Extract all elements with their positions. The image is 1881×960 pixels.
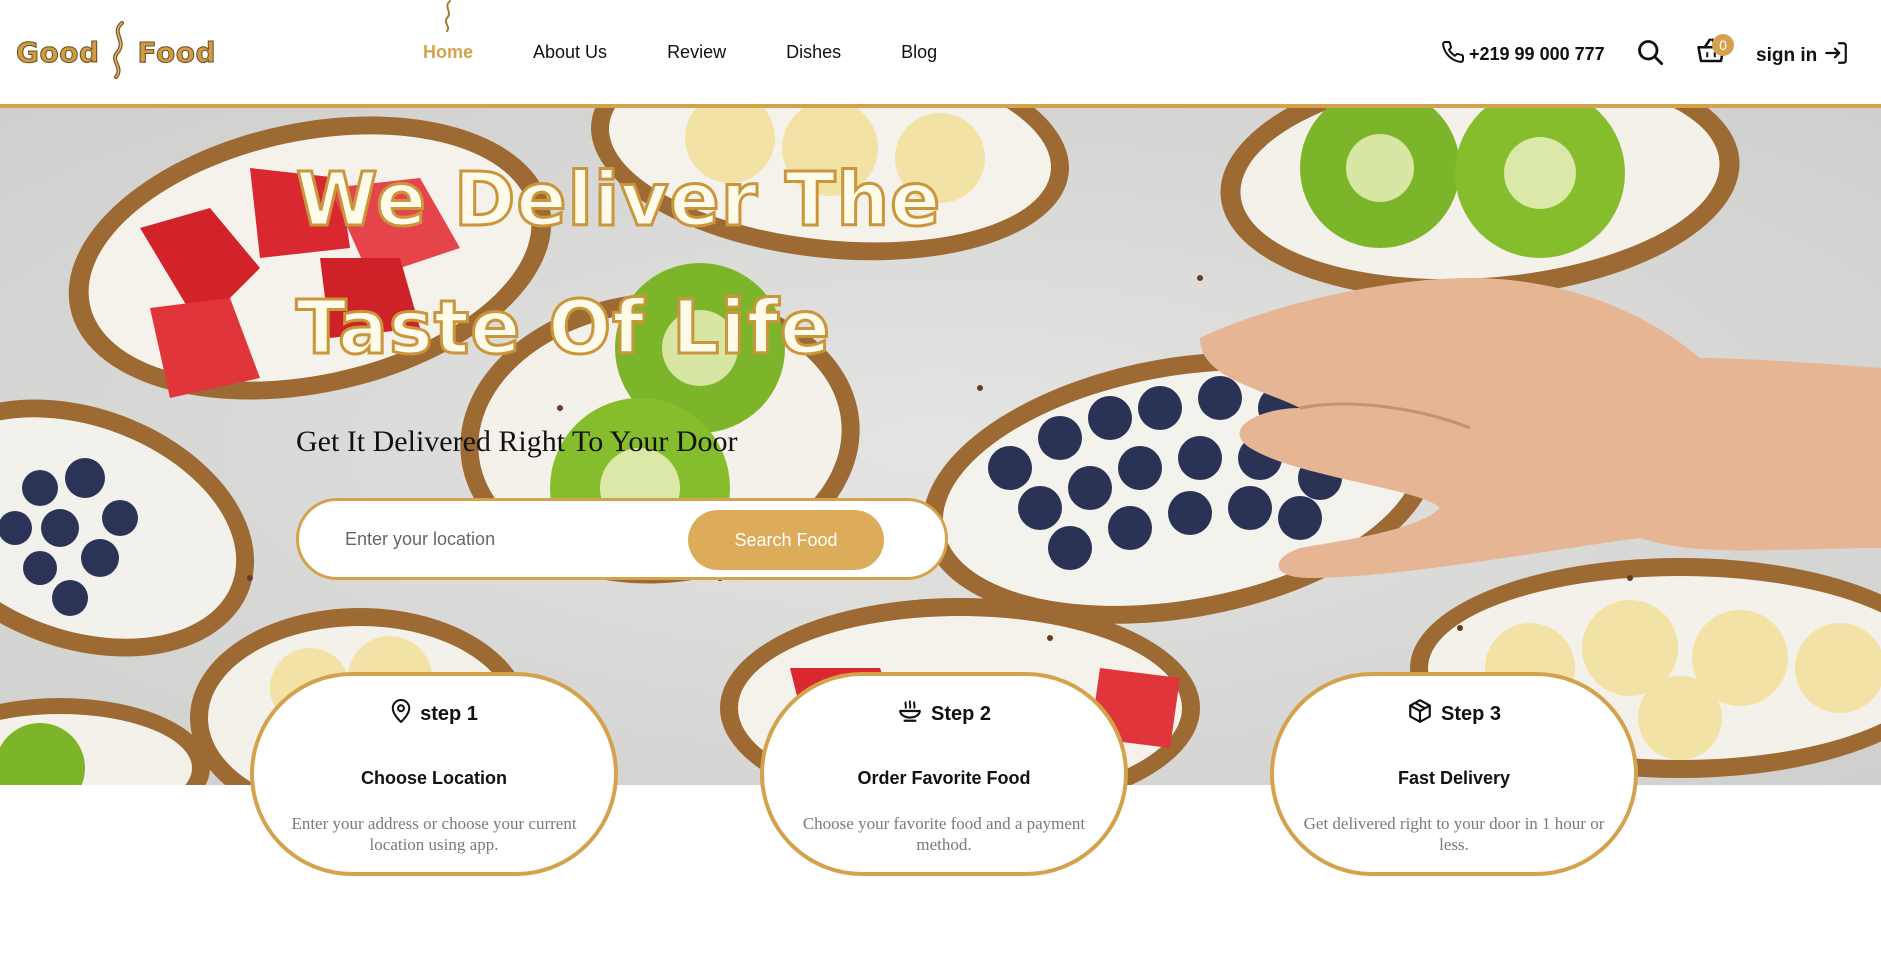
search-icon[interactable] — [1636, 38, 1664, 66]
nav-item-label: Blog — [901, 41, 938, 62]
sign-in-button[interactable]: sign in — [1756, 40, 1849, 72]
sign-in-label: sign in — [1756, 45, 1818, 66]
brand-logo-right: Food — [137, 35, 217, 69]
search-food-button[interactable]: Search Food — [688, 510, 884, 570]
active-steam-icon — [442, 0, 454, 37]
location-input[interactable] — [345, 519, 675, 559]
nav-item-home[interactable]: Home — [423, 0, 474, 63]
nav-item-label: Dishes — [786, 41, 842, 62]
nav-item-dishes[interactable]: Dishes — [786, 42, 841, 63]
phone-icon — [1441, 40, 1469, 69]
location-search-bar: Search Food — [296, 498, 948, 580]
step-description: Choose your favorite food and a payment … — [802, 814, 1086, 854]
step-title: Choose Location — [360, 768, 507, 788]
food-bowl-icon — [897, 698, 931, 730]
package-icon — [1407, 698, 1441, 730]
sign-in-icon — [1817, 40, 1849, 72]
step-header: Step 3 — [1274, 698, 1634, 730]
step-header: Step 2 — [764, 698, 1124, 730]
brand-logo-left: Good — [16, 35, 100, 69]
nav-item-about-us[interactable]: About Us — [533, 42, 607, 63]
site-header: Good Food Home About Us Review Dishes Bl… — [0, 0, 1881, 108]
step-label: Step 3 — [1440, 702, 1502, 725]
nav-item-label: Review — [667, 41, 727, 62]
brand-logo[interactable]: Good Food — [16, 20, 217, 84]
nav-item-review[interactable]: Review — [667, 42, 726, 63]
step-label: Step 2 — [930, 702, 992, 725]
step-description: Get delivered right to your door in 1 ho… — [1303, 814, 1605, 854]
phone-number: +219 99 000 777 — [1469, 44, 1605, 64]
step-title: Fast Delivery — [1397, 768, 1511, 788]
cart-count-badge: 0 — [1712, 34, 1734, 56]
step-title: Order Favorite Food — [857, 768, 1031, 788]
hero-subtitle: Get It Delivered Right To Your Door — [296, 425, 738, 458]
hero-title-line-2: Taste Of Life — [294, 284, 832, 373]
step-card-2: Step 2 Order Favorite Food Choose your f… — [760, 672, 1128, 876]
hero-title: We Deliver The Taste Of Life — [294, 136, 1056, 392]
step-description: Enter your address or choose your curren… — [291, 814, 577, 854]
step-card-1: step 1 Choose Location Enter your addres… — [250, 672, 618, 876]
steam-icon — [108, 20, 130, 84]
map-pin-icon — [390, 698, 420, 730]
phone-link[interactable]: +219 99 000 777 — [1441, 40, 1605, 69]
nav-item-label: Home — [423, 41, 474, 62]
step-label: step 1 — [420, 702, 478, 725]
step-header: step 1 — [254, 698, 614, 730]
nav-item-blog[interactable]: Blog — [901, 42, 937, 63]
nav-item-label: About Us — [533, 41, 608, 62]
main-nav: Home About Us Review Dishes Blog — [400, 0, 997, 104]
step-card-3: Step 3 Fast Delivery Get delivered right… — [1270, 672, 1638, 876]
hero-title-line-1: We Deliver The — [294, 156, 942, 245]
